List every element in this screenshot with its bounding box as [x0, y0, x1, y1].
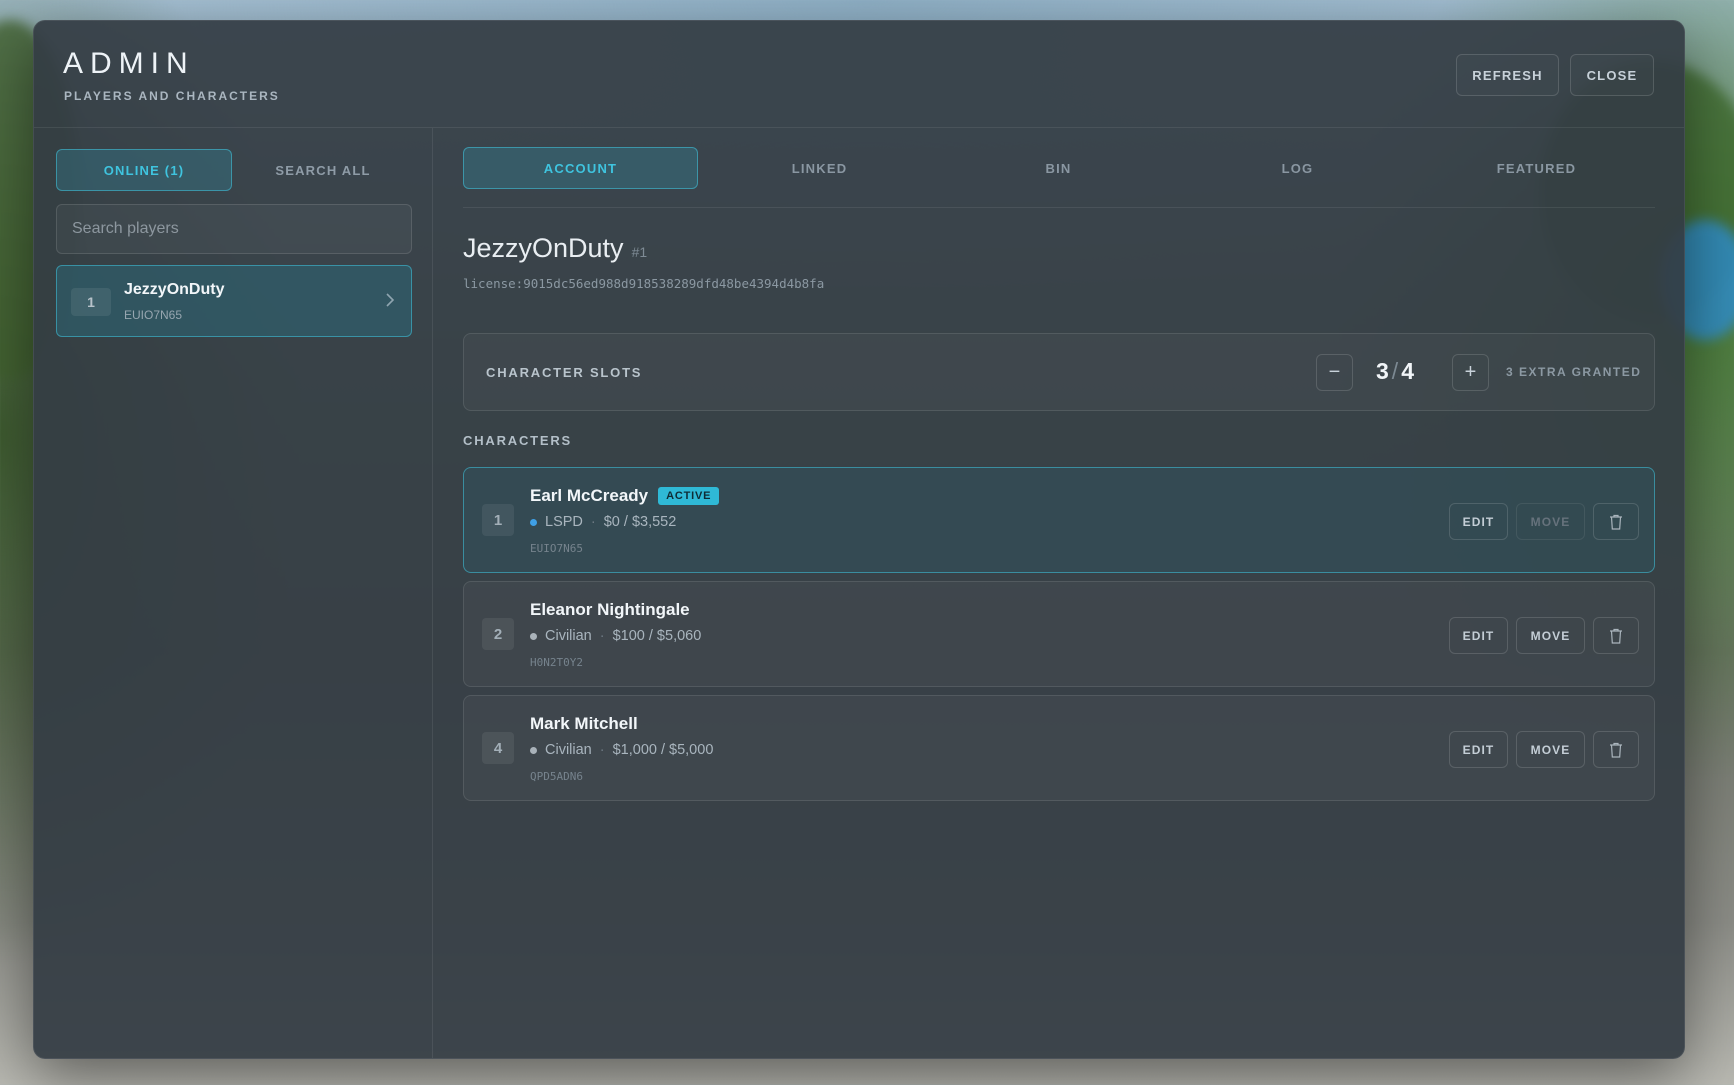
- decrease-slots-button[interactable]: −: [1316, 354, 1353, 391]
- character-slots-card: CHARACTER SLOTS − 3/4 + 3 EXTRA GRANTED: [463, 333, 1655, 411]
- move-character-button[interactable]: MOVE: [1516, 731, 1585, 768]
- move-character-button[interactable]: MOVE: [1516, 503, 1585, 540]
- tab-featured[interactable]: FEATURED: [1419, 147, 1654, 189]
- chevron-right-icon: [385, 288, 395, 314]
- panel-header: ADMIN PLAYERS AND CHARACTERS REFRESH CLO…: [34, 21, 1684, 128]
- page-title: ADMIN: [63, 47, 195, 80]
- job-status-dot: [530, 518, 537, 526]
- account-number: #1: [631, 244, 648, 260]
- character-job: Civilian: [545, 628, 592, 644]
- move-character-button[interactable]: MOVE: [1516, 617, 1585, 654]
- tab-log[interactable]: LOG: [1180, 147, 1415, 189]
- character-name-line: Eleanor Nightingale: [530, 600, 690, 620]
- trash-icon: [1610, 742, 1622, 758]
- close-button[interactable]: CLOSE: [1570, 54, 1654, 96]
- player-list-item[interactable]: 1 JezzyOnDuty EUIO7N65: [56, 265, 412, 337]
- tab-search-all[interactable]: SEARCH ALL: [235, 149, 411, 191]
- character-name: Earl McCready: [530, 486, 649, 505]
- meta-separator: ·: [599, 742, 605, 758]
- trash-icon: [1610, 514, 1622, 530]
- character-name: Eleanor Nightingale: [530, 600, 690, 619]
- slot-count: 3/4: [1376, 358, 1414, 385]
- character-slot-number: 4: [482, 732, 514, 764]
- characters-section-label: CHARACTERS: [463, 433, 572, 448]
- character-card[interactable]: 4 Mark Mitchell Civilian · $1,000 / $5,0…: [463, 695, 1655, 801]
- character-money: $0 / $3,552: [603, 514, 677, 530]
- character-money: $1,000 / $5,000: [612, 742, 714, 758]
- character-name: Mark Mitchell: [530, 714, 638, 733]
- meta-separator: ·: [590, 514, 596, 530]
- character-id: H0N2T0Y2: [530, 656, 583, 669]
- character-job: LSPD: [545, 514, 583, 530]
- character-card[interactable]: 1 Earl McCready ACTIVE LSPD · $0 / $3,552…: [463, 467, 1655, 573]
- character-name-line: Earl McCready ACTIVE: [530, 486, 720, 506]
- admin-panel: ADMIN PLAYERS AND CHARACTERS REFRESH CLO…: [33, 20, 1685, 1059]
- character-card[interactable]: 2 Eleanor Nightingale Civilian · $100 / …: [463, 581, 1655, 687]
- page-subtitle: PLAYERS AND CHARACTERS: [64, 89, 280, 103]
- player-number: 1: [71, 288, 111, 316]
- player-search-input[interactable]: [56, 204, 412, 254]
- job-status-dot: [530, 746, 537, 754]
- tab-linked[interactable]: LINKED: [702, 147, 937, 189]
- increase-slots-button[interactable]: +: [1452, 354, 1489, 391]
- refresh-button[interactable]: REFRESH: [1456, 54, 1559, 96]
- account-name-heading: JezzyOnDuty #1: [463, 233, 647, 264]
- account-name: JezzyOnDuty: [463, 233, 624, 263]
- character-job: Civilian: [545, 742, 592, 758]
- character-meta: LSPD · $0 / $3,552: [530, 514, 676, 530]
- edit-character-button[interactable]: EDIT: [1449, 731, 1508, 768]
- player-name: JezzyOnDuty: [124, 281, 225, 298]
- character-id: EUIO7N65: [530, 542, 583, 555]
- account-tabs: ACCOUNT LINKED BIN LOG FEATURED: [463, 147, 1655, 208]
- active-badge: ACTIVE: [658, 487, 720, 505]
- account-license: license:9015dc56ed988d918538289dfd48be43…: [463, 276, 825, 291]
- job-status-dot: [530, 632, 537, 640]
- slots-total: 4: [1401, 358, 1414, 384]
- character-meta: Civilian · $100 / $5,060: [530, 628, 701, 644]
- sidebar: ONLINE (1) SEARCH ALL 1 JezzyOnDuty EUIO…: [34, 128, 433, 1058]
- delete-character-button[interactable]: [1593, 503, 1639, 540]
- trash-icon: [1610, 628, 1622, 644]
- character-slot-number: 2: [482, 618, 514, 650]
- tab-bin[interactable]: BIN: [941, 147, 1176, 189]
- slots-separator: /: [1391, 358, 1399, 384]
- character-money: $100 / $5,060: [612, 628, 702, 644]
- character-slot-number: 1: [482, 504, 514, 536]
- character-name-line: Mark Mitchell: [530, 714, 638, 734]
- slots-used: 3: [1376, 358, 1389, 384]
- character-slots-label: CHARACTER SLOTS: [486, 365, 643, 380]
- edit-character-button[interactable]: EDIT: [1449, 503, 1508, 540]
- character-id: QPD5ADN6: [530, 770, 583, 783]
- tab-account[interactable]: ACCOUNT: [463, 147, 698, 189]
- tab-online[interactable]: ONLINE (1): [56, 149, 232, 191]
- edit-character-button[interactable]: EDIT: [1449, 617, 1508, 654]
- meta-separator: ·: [599, 628, 605, 644]
- main-content: ACCOUNT LINKED BIN LOG FEATURED JezzyOnD…: [434, 128, 1684, 1058]
- player-id: EUIO7N65: [124, 308, 183, 322]
- character-meta: Civilian · $1,000 / $5,000: [530, 742, 713, 758]
- delete-character-button[interactable]: [1593, 617, 1639, 654]
- extra-slots-granted: 3 EXTRA GRANTED: [1506, 365, 1642, 379]
- delete-character-button[interactable]: [1593, 731, 1639, 768]
